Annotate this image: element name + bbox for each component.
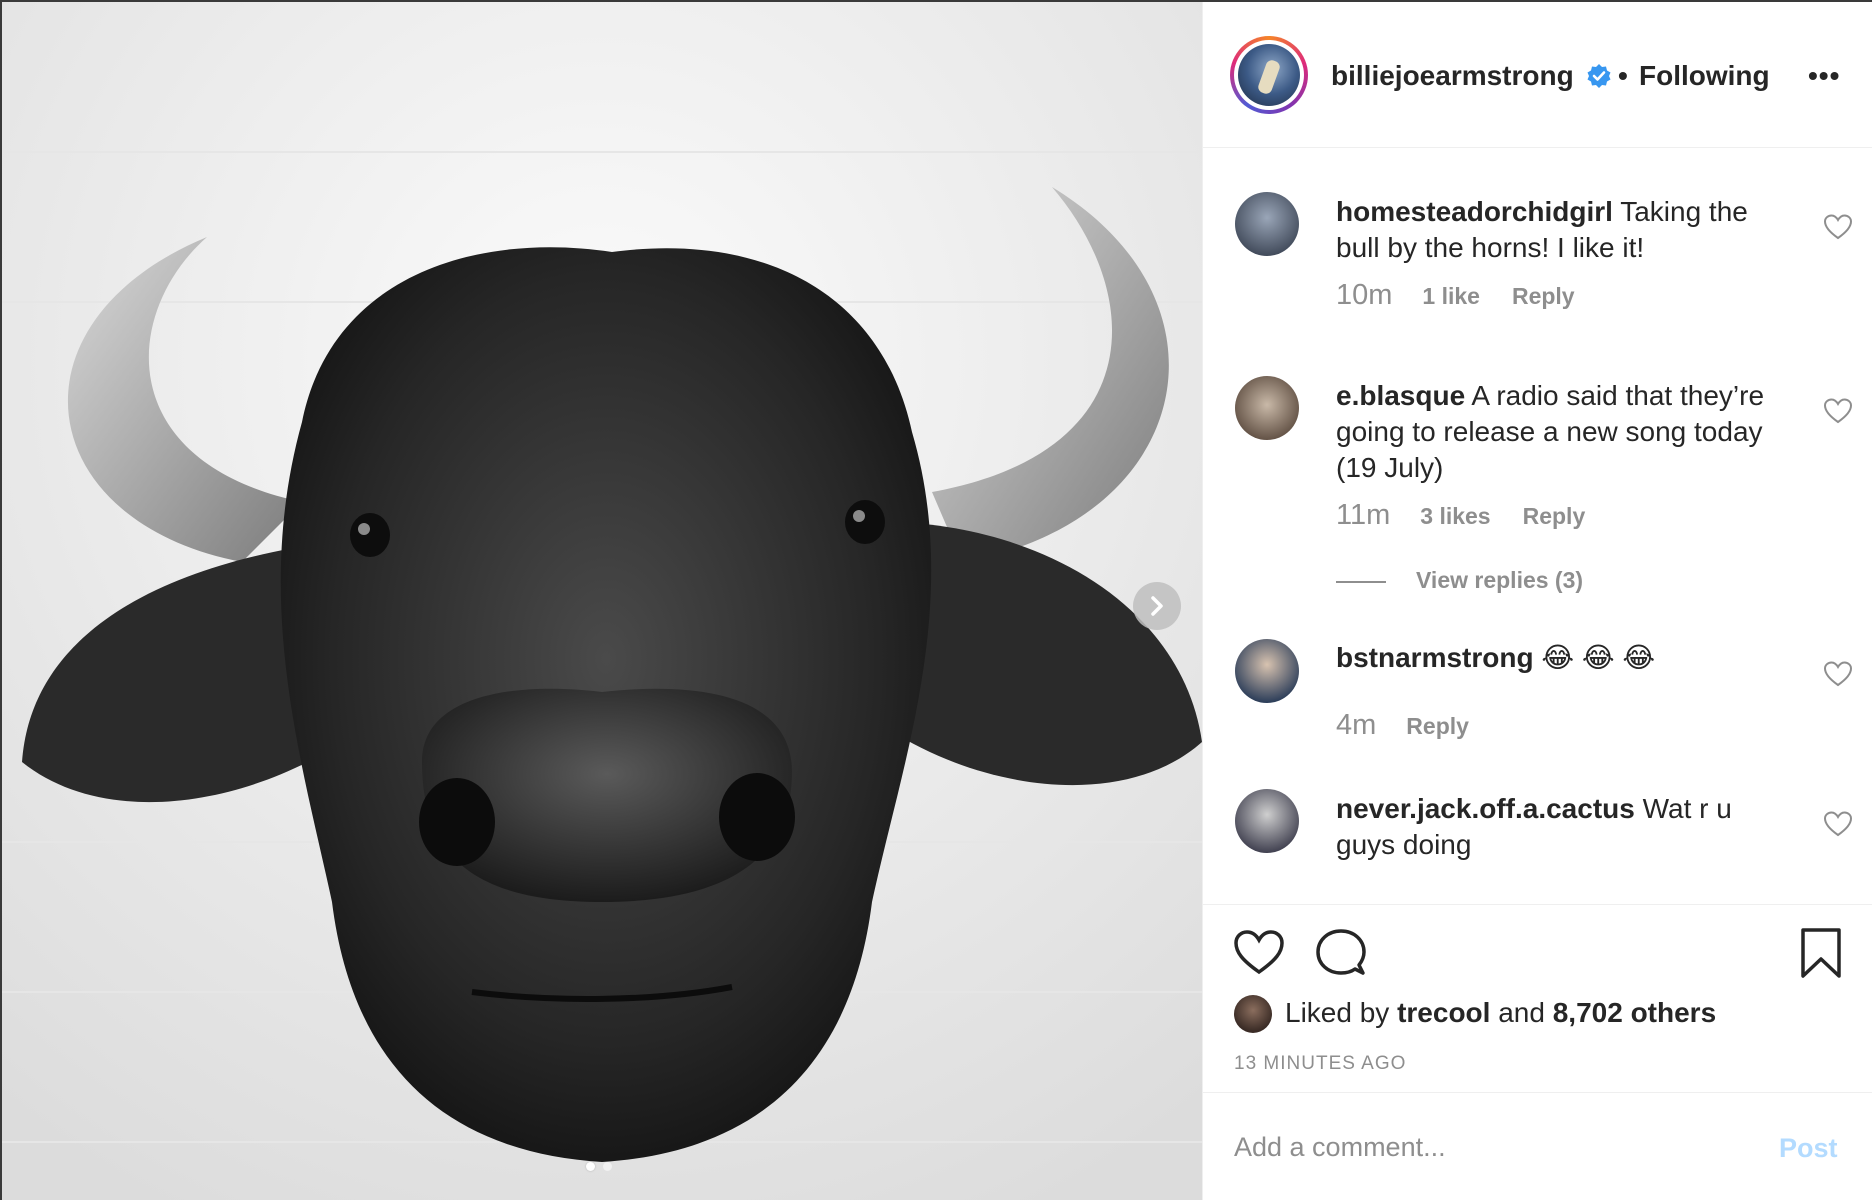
comment-reply-button[interactable]: Reply xyxy=(1512,283,1575,310)
liked-by-joiner: and xyxy=(1498,997,1545,1028)
comment-composer: Post xyxy=(1203,1092,1872,1200)
comment-username[interactable]: e.blasque xyxy=(1336,380,1465,411)
comment-like-heart-icon[interactable] xyxy=(1823,212,1853,242)
post-side-panel: billiejoearmstrong • Following ••• homes… xyxy=(1202,2,1872,1200)
comment-icon[interactable] xyxy=(1315,927,1367,979)
post-timestamp[interactable]: 13 MINUTES AGO xyxy=(1234,1053,1406,1075)
comment-meta: 10m 1 like Reply xyxy=(1336,279,1607,312)
comment-text: homesteadorchidgirl Taking the bull by t… xyxy=(1336,194,1786,266)
comment-reply-button[interactable]: Reply xyxy=(1523,503,1586,530)
comment-like-heart-icon[interactable] xyxy=(1823,396,1853,426)
following-button[interactable]: Following xyxy=(1639,60,1770,92)
liked-by-user[interactable]: trecool xyxy=(1397,997,1490,1028)
view-replies-button[interactable]: View replies (3) xyxy=(1416,567,1583,594)
post-comment-button[interactable]: Post xyxy=(1779,1133,1838,1164)
comment-time: 11m xyxy=(1336,499,1391,531)
heart-icon[interactable] xyxy=(1233,927,1285,979)
comment-meta: 11m 3 likes Reply xyxy=(1336,499,1617,532)
commenter-avatar[interactable] xyxy=(1235,639,1299,703)
next-photo-button[interactable] xyxy=(1133,582,1181,630)
author-avatar[interactable] xyxy=(1230,36,1308,114)
commenter-avatar[interactable] xyxy=(1235,789,1299,853)
more-options-button[interactable]: ••• xyxy=(1808,60,1840,92)
author-username[interactable]: billiejoearmstrong xyxy=(1331,60,1574,92)
comment-like-heart-icon[interactable] xyxy=(1823,659,1853,689)
bookmark-icon[interactable] xyxy=(1795,927,1847,979)
post-photo[interactable] xyxy=(2,2,1202,1200)
verified-badge-icon xyxy=(1587,64,1611,88)
comment-text: never.jack.off.a.cactus Wat r u guys doi… xyxy=(1336,791,1786,863)
comment-likes[interactable]: 3 likes xyxy=(1420,503,1490,530)
comment-body: 😂 😂 😂 xyxy=(1541,642,1656,673)
comment-text: e.blasque A radio said that they’re goin… xyxy=(1336,378,1786,486)
commenter-avatar[interactable] xyxy=(1235,192,1299,256)
comment-meta: 4m Reply xyxy=(1336,709,1501,742)
add-comment-input[interactable] xyxy=(1234,1125,1754,1169)
buffalo-photo-image xyxy=(2,2,1202,1200)
likes-count-link[interactable]: 8,702 others xyxy=(1553,997,1716,1028)
comment-username[interactable]: bstnarmstrong xyxy=(1336,642,1534,673)
carousel-dot-active xyxy=(586,1162,595,1171)
comment-like-heart-icon[interactable] xyxy=(1823,809,1853,839)
post-header: billiejoearmstrong • Following ••• xyxy=(1203,2,1872,148)
comment-text: bstnarmstrong 😂 😂 😂 xyxy=(1336,640,1786,676)
comment-username[interactable]: homesteadorchidgirl xyxy=(1336,196,1613,227)
carousel-indicator xyxy=(586,1162,612,1171)
liked-by-prefix: Liked by xyxy=(1285,997,1390,1028)
liked-by-summary: Liked by trecool and 8,702 others xyxy=(1285,997,1716,1029)
post-actions: Liked by trecool and 8,702 others 13 MIN… xyxy=(1203,904,1872,1092)
liker-avatar[interactable] xyxy=(1234,995,1272,1033)
replies-divider xyxy=(1336,581,1386,583)
comment-list[interactable]: homesteadorchidgirl Taking the bull by t… xyxy=(1203,149,1872,904)
comment-reply-button[interactable]: Reply xyxy=(1406,713,1469,740)
comment-username[interactable]: never.jack.off.a.cactus xyxy=(1336,793,1635,824)
comment-time: 4m xyxy=(1336,709,1377,741)
chevron-right-icon xyxy=(1151,596,1163,616)
comment-time: 10m xyxy=(1336,279,1393,311)
header-separator: • xyxy=(1618,60,1628,91)
comment-likes[interactable]: 1 like xyxy=(1422,283,1480,310)
commenter-avatar[interactable] xyxy=(1235,376,1299,440)
carousel-dot xyxy=(603,1162,612,1171)
